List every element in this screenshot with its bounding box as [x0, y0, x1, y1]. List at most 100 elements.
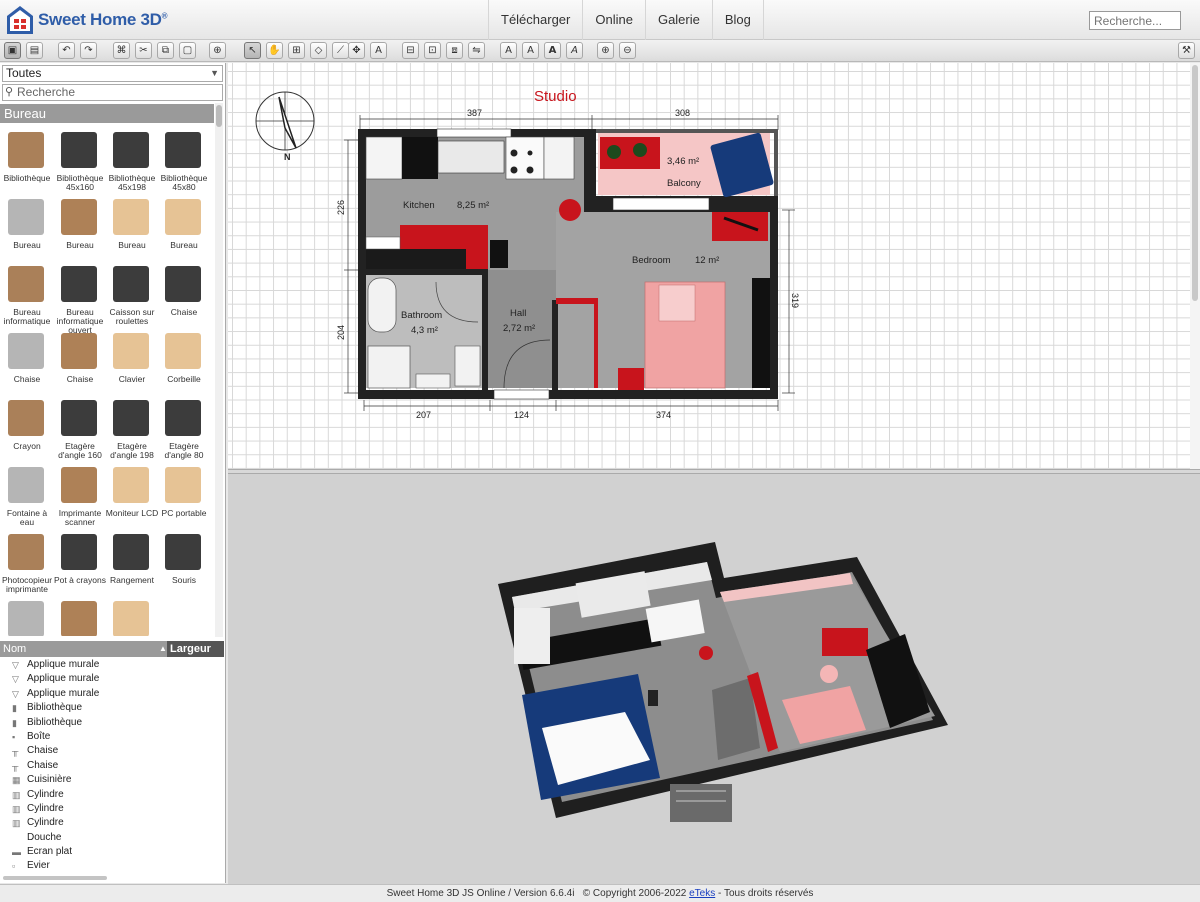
list-item[interactable]: ▦ Cuisinière: [0, 773, 224, 787]
tv-cabinet[interactable]: [712, 212, 768, 241]
scrollbar-thumb[interactable]: [216, 105, 222, 127]
eteks-link[interactable]: eTeks: [689, 888, 715, 899]
catalog-item[interactable]: [105, 597, 157, 636]
mirror-icon[interactable]: ⇋: [468, 42, 485, 59]
duplicate-icon[interactable]: ⧈: [446, 42, 463, 59]
redo-icon[interactable]: ↷: [80, 42, 97, 59]
3d-view[interactable]: [228, 474, 1200, 884]
list-item[interactable]: ╥ Chaise: [0, 744, 224, 758]
column-width-header[interactable]: Largeur: [167, 641, 224, 657]
nav-blog[interactable]: Blog: [711, 0, 764, 40]
list-item[interactable]: ▽ Applique murale: [0, 672, 224, 686]
list-item[interactable]: ▫ Evier: [0, 859, 224, 873]
create-rooms-icon[interactable]: ◇: [310, 42, 327, 59]
cut-icon[interactable]: ✂: [135, 42, 152, 59]
create-polylines-icon[interactable]: ⟋: [332, 42, 349, 59]
ungroup-icon[interactable]: ⊡: [424, 42, 441, 59]
aerial-view-icon[interactable]: ▤: [26, 42, 43, 59]
catalog-item[interactable]: Bureau: [105, 195, 157, 261]
list-item[interactable]: ▮ Bibliothèque: [0, 701, 224, 715]
list-item[interactable]: Douche: [0, 831, 224, 845]
catalog-item[interactable]: Bureau informatique ouvert: [53, 262, 105, 335]
list-item[interactable]: ▮ Bibliothèque: [0, 716, 224, 730]
red-round-table[interactable]: [559, 199, 581, 221]
catalog-item[interactable]: Clavier: [105, 329, 157, 395]
list-item[interactable]: ▬ Ecran plat: [0, 845, 224, 859]
paste-icon[interactable]: ▢: [179, 42, 196, 59]
list-item[interactable]: ▪ Boîte: [0, 730, 224, 744]
italic-text-icon[interactable]: A: [566, 42, 583, 59]
cut-furniture-icon[interactable]: ⌘: [113, 42, 130, 59]
toilet[interactable]: [454, 345, 481, 387]
decrease-text-icon[interactable]: A: [522, 42, 539, 59]
plan-scrollbar[interactable]: [1190, 63, 1200, 469]
category-select[interactable]: Toutes ▼: [2, 65, 223, 82]
wardrobe[interactable]: [752, 278, 770, 388]
fridge[interactable]: [365, 136, 403, 180]
catalog-category-header[interactable]: Bureau: [0, 104, 214, 123]
catalog-item[interactable]: Bibliothèque: [0, 128, 52, 194]
catalog-search-input[interactable]: ⚲ Recherche: [2, 84, 223, 101]
catalog-item[interactable]: Caisson sur roulettes: [105, 262, 157, 328]
furniture-list-scrollbar[interactable]: [3, 876, 107, 880]
catalog-item[interactable]: Bureau: [157, 195, 209, 261]
list-item[interactable]: ╥ Chaise: [0, 759, 224, 773]
compass-icon[interactable]: N: [255, 91, 315, 162]
site-search-input[interactable]: [1089, 11, 1181, 30]
catalog-item[interactable]: Rangement: [105, 530, 157, 596]
list-item[interactable]: ▥ Cylindre: [0, 802, 224, 816]
catalog-item[interactable]: Corbeille: [157, 329, 209, 395]
shower[interactable]: [367, 345, 411, 389]
sweet-home-3d-logo[interactable]: Sweet Home 3D®: [6, 5, 168, 35]
column-name-header[interactable]: Nom: [3, 641, 26, 657]
catalog-item[interactable]: PC portable: [157, 463, 209, 529]
create-dimensions-icon[interactable]: ✥: [348, 42, 365, 59]
bold-text-icon[interactable]: A: [544, 42, 561, 59]
zoom-in-icon[interactable]: ⊕: [597, 42, 614, 59]
list-item[interactable]: ▥ Cylindre: [0, 816, 224, 830]
catalog-scrollbar[interactable]: [215, 103, 223, 637]
add-furniture-icon[interactable]: ⊕: [209, 42, 226, 59]
plan-3d-toggle-icon[interactable]: ▣: [4, 42, 21, 59]
catalog-item[interactable]: Imprimante scanner: [53, 463, 105, 529]
catalog-item[interactable]: Photocopieur imprimante: [0, 530, 52, 596]
bathtub[interactable]: [367, 277, 397, 333]
kitchen-sink[interactable]: [437, 140, 505, 174]
catalog-item[interactable]: Crayon: [0, 396, 52, 462]
plan-view[interactable]: N Studio 387 308 226 204 319 207 124 374: [228, 63, 1200, 469]
catalog-item[interactable]: Pot à crayons: [53, 530, 106, 596]
preferences-icon[interactable]: ⚒: [1178, 42, 1195, 59]
catalog-item[interactable]: [53, 597, 105, 636]
cooker[interactable]: [505, 136, 545, 180]
catalog-item[interactable]: Chaise: [53, 329, 105, 395]
catalog-item[interactable]: Bureau: [0, 195, 52, 261]
catalog-item[interactable]: Souris: [157, 530, 209, 596]
catalog-item[interactable]: Etagère d'angle 160: [53, 396, 105, 462]
catalog-item[interactable]: Bureau informatique: [0, 262, 52, 328]
list-item[interactable]: ▽ Applique murale: [0, 687, 224, 701]
list-item[interactable]: ▥ Cylindre: [0, 788, 224, 802]
catalog-item[interactable]: Chaise: [0, 329, 52, 395]
catalog-item[interactable]: Moniteur LCD: [105, 463, 158, 529]
increase-text-icon[interactable]: A: [500, 42, 517, 59]
create-walls-icon[interactable]: ⊞: [288, 42, 305, 59]
nav-online[interactable]: Online: [582, 0, 645, 40]
add-text-icon[interactable]: A: [370, 42, 387, 59]
catalog-item[interactable]: Bibliothèque 45x80: [157, 128, 209, 194]
scrollbar-thumb[interactable]: [1192, 65, 1198, 301]
copy-icon[interactable]: ⧉: [157, 42, 174, 59]
catalog-item[interactable]: Bibliothèque 45x160: [53, 128, 105, 194]
catalog-item[interactable]: Chaise: [157, 262, 209, 328]
catalog-item[interactable]: [0, 597, 52, 636]
catalog-item[interactable]: Etagère d'angle 198: [105, 396, 157, 462]
catalog-item[interactable]: Bureau: [53, 195, 105, 261]
catalog-item[interactable]: Fontaine à eau: [0, 463, 52, 529]
zoom-out-icon[interactable]: ⊖: [619, 42, 636, 59]
list-item[interactable]: ▽ Applique murale: [0, 658, 224, 672]
pan-mode-icon[interactable]: ✋: [266, 42, 283, 59]
nav-telecharger[interactable]: Télécharger: [488, 0, 582, 40]
catalog-item[interactable]: Etagère d'angle 80: [157, 396, 209, 462]
catalog-item[interactable]: Bibliothèque 45x198: [105, 128, 157, 194]
group-icon[interactable]: ⊟: [402, 42, 419, 59]
nav-galerie[interactable]: Galerie: [644, 0, 712, 40]
